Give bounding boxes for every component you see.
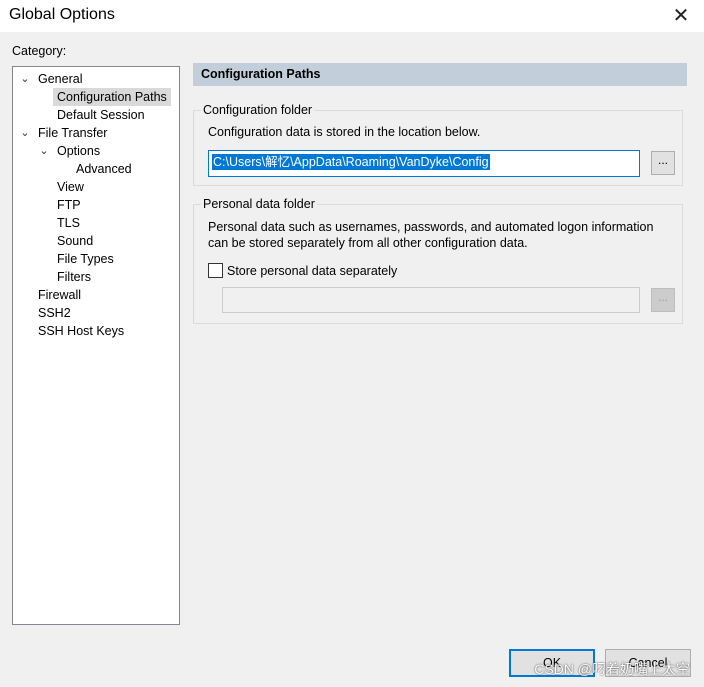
tree-item-filters[interactable]: Filters — [53, 268, 95, 286]
config-path-input[interactable]: C:\Users\解忆\AppData\Roaming\VanDyke\Conf… — [208, 150, 640, 177]
tree-item-sound[interactable]: Sound — [53, 232, 97, 250]
personal-folder-description-line2: can be stored separately from all other … — [208, 236, 528, 250]
close-icon[interactable]: ✕ — [658, 0, 704, 30]
tree-item-firewall[interactable]: Firewall — [34, 286, 85, 304]
store-separately-label[interactable]: Store personal data separately — [227, 263, 397, 279]
tree-item-general[interactable]: General — [34, 70, 86, 88]
watermark: CSDN @叼着奶嘴上太空 — [534, 661, 690, 677]
personal-data-folder-group: Personal data folder Personal data such … — [193, 196, 683, 324]
config-path-value: C:\Users\解忆\AppData\Roaming\VanDyke\Conf… — [212, 154, 490, 170]
personal-folder-description-line1: Personal data such as usernames, passwor… — [208, 220, 654, 234]
tree-item-view[interactable]: View — [53, 178, 88, 196]
chevron-down-icon[interactable]: ⌄ — [38, 142, 50, 160]
chevron-down-icon[interactable]: ⌄ — [19, 70, 31, 88]
config-browse-button[interactable]: ... — [651, 151, 675, 175]
personal-path-input — [222, 287, 640, 313]
title-bar: Global Options ✕ — [0, 0, 704, 32]
tree-item-file-types[interactable]: File Types — [53, 250, 118, 268]
tree-item-default-session[interactable]: Default Session — [53, 106, 149, 124]
tree-item-configuration-paths[interactable]: Configuration Paths — [53, 88, 171, 106]
tree-item-file-transfer[interactable]: File Transfer — [34, 124, 111, 142]
config-folder-description: Configuration data is stored in the loca… — [208, 125, 481, 139]
personal-browse-button: ... — [651, 288, 675, 312]
category-label: Category: — [12, 44, 67, 58]
group-legend: Configuration folder — [201, 102, 315, 118]
tree-item-tls[interactable]: TLS — [53, 214, 84, 232]
window-title: Global Options — [9, 6, 115, 23]
tree-item-ssh-host-keys[interactable]: SSH Host Keys — [34, 322, 128, 340]
section-header: Configuration Paths — [193, 63, 687, 86]
chevron-down-icon[interactable]: ⌄ — [19, 124, 31, 142]
tree-item-ftp[interactable]: FTP — [53, 196, 85, 214]
store-separately-checkbox[interactable] — [208, 263, 223, 278]
tree-item-advanced[interactable]: Advanced — [72, 160, 136, 178]
configuration-folder-group: Configuration folder Configuration data … — [193, 102, 683, 186]
category-tree[interactable]: ⌄ General Configuration Paths Default Se… — [12, 66, 180, 625]
tree-item-options[interactable]: Options — [53, 142, 104, 160]
group-legend: Personal data folder — [201, 196, 317, 212]
tree-item-ssh2[interactable]: SSH2 — [34, 304, 75, 322]
